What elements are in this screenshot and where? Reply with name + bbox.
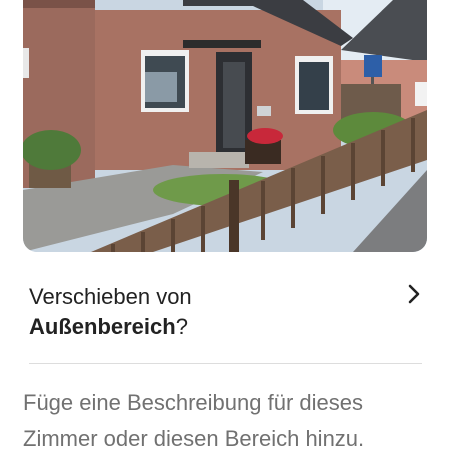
- divider: [29, 363, 422, 364]
- room-photo[interactable]: [23, 0, 427, 252]
- add-description-prompt[interactable]: Füge eine Beschreibung für dieses Zimmer…: [23, 385, 433, 450]
- move-prefix: Verschieben von: [29, 284, 192, 309]
- house-exterior-image: [23, 0, 427, 252]
- move-suffix: ?: [175, 314, 188, 339]
- chevron-right-icon[interactable]: [400, 280, 428, 308]
- move-to-room-label: Verschieben von Außenbereich?: [29, 282, 389, 342]
- move-to-room-row[interactable]: Verschieben von Außenbereich?: [0, 270, 450, 350]
- room-name: Außenbereich: [29, 314, 176, 339]
- move-photo-screen: Verschieben von Außenbereich? Füge eine …: [0, 0, 450, 450]
